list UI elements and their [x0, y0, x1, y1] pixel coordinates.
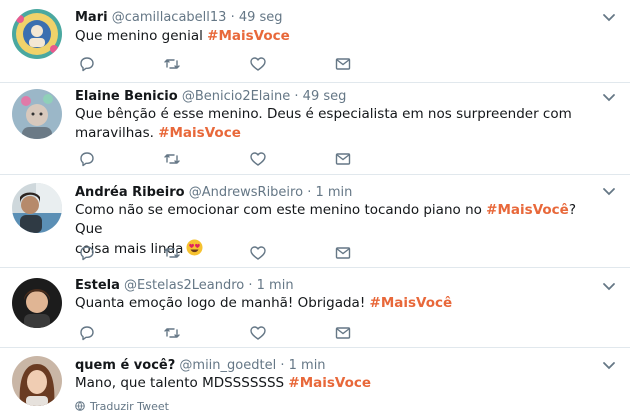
tweet-actions	[78, 324, 368, 342]
author-name[interactable]: Andréa Ribeiro	[75, 185, 185, 200]
timestamp[interactable]: 49 seg	[303, 89, 347, 104]
timestamp[interactable]: 49 seg	[239, 10, 283, 25]
tweet-actions	[78, 55, 368, 73]
retweet-icon[interactable]	[163, 324, 181, 342]
chevron-down-icon[interactable]	[602, 13, 616, 23]
tweet[interactable]: Andréa Ribeiro @AndrewsRibeiro · 1 min C…	[0, 175, 630, 268]
heart-icon[interactable]	[249, 244, 267, 262]
tweet-header: Estela @Estelas2Leandro · 1 min	[75, 278, 294, 294]
separator: ·	[294, 89, 299, 104]
hashtag-link[interactable]: #MaisVoce	[207, 28, 290, 44]
timestamp[interactable]: 1 min	[289, 358, 326, 373]
author-handle[interactable]: @Benicio2Elaine	[182, 89, 290, 104]
avatar[interactable]	[12, 9, 62, 59]
retweet-icon[interactable]	[163, 150, 181, 168]
chevron-down-icon[interactable]	[602, 93, 616, 103]
timestamp[interactable]: 1 min	[315, 185, 352, 200]
timestamp[interactable]: 1 min	[257, 278, 294, 293]
reply-icon[interactable]	[78, 55, 96, 73]
heart-icon[interactable]	[249, 55, 267, 73]
tweet[interactable]: Mari @camillacabell13 · 49 seg Que menin…	[0, 0, 630, 83]
hashtag-link[interactable]: #MaisVoce	[158, 125, 241, 141]
chevron-down-icon[interactable]	[602, 282, 616, 292]
envelope-icon[interactable]	[334, 244, 352, 262]
separator: ·	[280, 358, 285, 373]
heart-icon[interactable]	[249, 324, 267, 342]
tweet-text-line: Que bênção é esse menino. Deus é especia…	[75, 106, 572, 122]
retweet-icon[interactable]	[163, 244, 181, 262]
tweet-header: Mari @camillacabell13 · 49 seg	[75, 10, 283, 26]
hashtag-link[interactable]: #MaisVocê	[370, 295, 453, 311]
tweet-header: Andréa Ribeiro @AndrewsRibeiro · 1 min	[75, 185, 352, 201]
avatar[interactable]	[12, 356, 62, 406]
tweet-text-line: maravilhas. #MaisVoce	[75, 124, 595, 143]
retweet-icon[interactable]	[163, 55, 181, 73]
hashtag-link[interactable]: #MaisVocê	[486, 202, 569, 218]
author-handle[interactable]: @Estelas2Leandro	[124, 278, 244, 293]
separator: ·	[307, 185, 312, 200]
avatar[interactable]	[12, 183, 62, 233]
avatar[interactable]	[12, 278, 62, 328]
author-name[interactable]: Mari	[75, 10, 108, 25]
author-handle[interactable]: @miin_goedtel	[179, 358, 276, 373]
tweet-text-part: Como não se emocionar com este menino to…	[75, 202, 487, 218]
tweet-actions	[78, 244, 368, 262]
tweet-header: quem é você? @miin_goedtel · 1 min	[75, 358, 326, 374]
separator: ·	[248, 278, 253, 293]
tweet-text-part: Que menino genial	[75, 28, 208, 44]
tweet-actions	[78, 150, 368, 168]
globe-icon	[75, 401, 85, 411]
chevron-down-icon[interactable]	[602, 361, 616, 371]
author-handle[interactable]: @AndrewsRibeiro	[189, 185, 303, 200]
author-name[interactable]: quem é você?	[75, 358, 175, 373]
separator: ·	[230, 10, 235, 25]
tweet-text-line: Como não se emocionar com este menino to…	[75, 201, 595, 239]
tweet-text: Mano, que talento MDSSSSSSS #MaisVoce	[75, 374, 595, 393]
tweet[interactable]: Estela @Estelas2Leandro · 1 min Quanta e…	[0, 268, 630, 348]
tweet-text-part: maravilhas.	[75, 125, 159, 141]
tweet-text: Que menino genial #MaisVoce	[75, 27, 595, 46]
author-handle[interactable]: @camillacabell13	[112, 10, 227, 25]
reply-icon[interactable]	[78, 244, 96, 262]
tweet-text: Que bênção é esse menino. Deus é especia…	[75, 105, 595, 143]
tweet-text: Quanta emoção logo de manhã! Obrigada! #…	[75, 294, 595, 313]
author-name[interactable]: Elaine Benicio	[75, 89, 178, 104]
envelope-icon[interactable]	[334, 150, 352, 168]
author-name[interactable]: Estela	[75, 278, 120, 293]
translate-label[interactable]: Traduzir Tweet	[90, 400, 169, 413]
tweet-text-part: Quanta emoção logo de manhã! Obrigada!	[75, 295, 370, 311]
reply-icon[interactable]	[78, 324, 96, 342]
tweet-feed: Mari @camillacabell13 · 49 seg Que menin…	[0, 0, 630, 420]
chevron-down-icon[interactable]	[602, 187, 616, 197]
envelope-icon[interactable]	[334, 324, 352, 342]
tweet[interactable]: Elaine Benicio @Benicio2Elaine · 49 seg …	[0, 83, 630, 175]
translate-tweet-link[interactable]: Traduzir Tweet	[75, 400, 169, 414]
heart-icon[interactable]	[249, 150, 267, 168]
reply-icon[interactable]	[78, 150, 96, 168]
avatar[interactable]	[12, 89, 62, 139]
tweet-text-part: Mano, que talento MDSSSSSSS	[75, 375, 289, 391]
hashtag-link[interactable]: #MaisVoce	[288, 375, 371, 391]
tweet-header: Elaine Benicio @Benicio2Elaine · 49 seg	[75, 89, 346, 105]
envelope-icon[interactable]	[334, 55, 352, 73]
